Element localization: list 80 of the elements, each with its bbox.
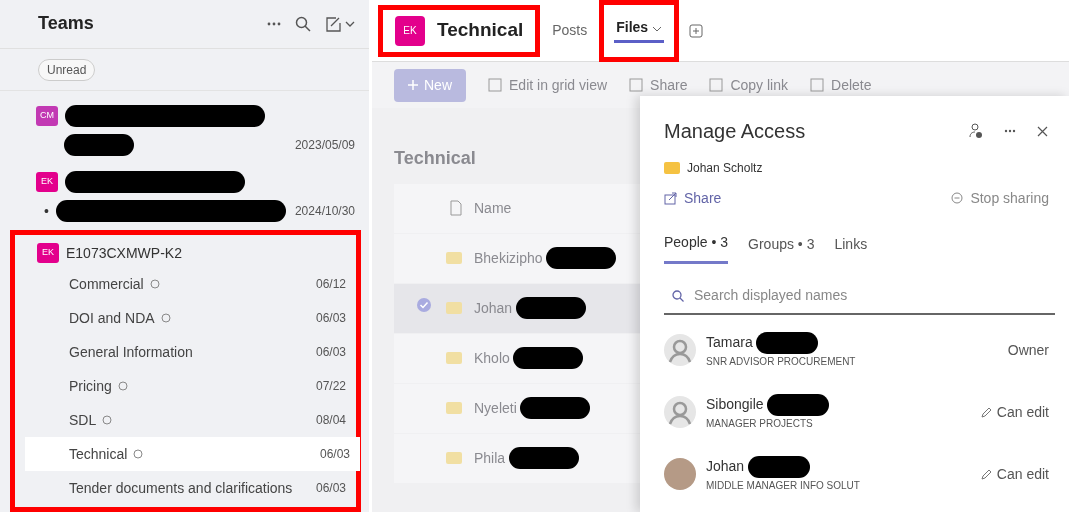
check-circle-icon[interactable]: [416, 297, 432, 314]
tab[interactable]: People • 3: [664, 232, 729, 264]
team-item[interactable]: EK • 2024/10/30: [0, 164, 369, 230]
channel-name: SDL: [69, 410, 97, 430]
person-name: Tamara: [706, 333, 753, 352]
permission-button[interactable]: Can edit: [973, 462, 1055, 486]
channel-name: General Information: [69, 342, 193, 362]
person-name: Johan: [706, 457, 745, 476]
channel-item[interactable]: Technical 06/03: [25, 437, 360, 471]
folder-icon: [446, 302, 462, 315]
add-tab-icon[interactable]: [689, 23, 704, 38]
panel-title: Manage Access: [664, 119, 806, 143]
team-date: 2023/05/09: [294, 137, 355, 154]
channel-date: 06/03: [315, 344, 346, 361]
file-name: Nyeleti: [474, 398, 517, 418]
file-name: Phila: [474, 448, 506, 468]
person-avatar-icon: [664, 396, 696, 428]
channel-date: 06/03: [315, 480, 346, 497]
search-icon[interactable]: [295, 16, 311, 32]
compose-icon[interactable]: [325, 16, 355, 32]
channel-date: 06/03: [319, 446, 350, 463]
folder-icon: [664, 162, 680, 174]
person-role: SNR ADVISOR PROCUREMENT: [706, 354, 856, 369]
minus-circle-icon: [951, 192, 964, 204]
channel-name: Commercial: [69, 274, 144, 294]
sidebar-title: Teams: [38, 13, 95, 35]
channel-item[interactable]: General Information 06/03: [15, 335, 356, 369]
folder-icon: [446, 252, 462, 265]
channel-item[interactable]: Pricing 07/22: [15, 369, 356, 403]
channel-item[interactable]: Commercial 06/12: [15, 267, 356, 301]
channel-date: 08/04: [315, 412, 346, 429]
channel-date: 06/12: [315, 276, 346, 293]
team-date: 2024/10/30: [294, 203, 355, 220]
team-avatar: EK: [36, 172, 58, 192]
permission-button[interactable]: Owner: [1001, 338, 1055, 362]
stop-sharing-button[interactable]: Stop sharing: [945, 186, 1055, 210]
channel-item[interactable]: Tender documents and clarifications 06/03: [15, 471, 356, 505]
folder-icon: [446, 452, 462, 465]
photo-placeholder: [664, 458, 696, 490]
library-title: Technical: [394, 148, 476, 170]
person-role: MANAGER PROJECTS: [706, 416, 814, 431]
channel-name: DOI and NDA: [69, 308, 155, 328]
channel-item[interactable]: SDL 08/04: [15, 403, 356, 437]
team-item[interactable]: CM 2023/05/09: [0, 98, 369, 164]
more-icon[interactable]: [1004, 129, 1016, 133]
search-icon: [672, 289, 684, 302]
channel-name: Pricing: [69, 376, 112, 396]
channel-name: Technical: [69, 444, 128, 464]
share-link[interactable]: Share: [664, 187, 722, 209]
permission-button[interactable]: Can edit: [973, 400, 1055, 424]
file-icon: [450, 200, 462, 217]
folder-icon: [446, 402, 462, 415]
bullet-text: •: [44, 201, 49, 221]
tab[interactable]: Links: [834, 232, 868, 264]
person-name: Sibongile: [706, 395, 764, 414]
channel-date: 06/03: [315, 310, 346, 327]
close-icon[interactable]: [1037, 125, 1048, 137]
tab[interactable]: Files: [614, 16, 665, 43]
tab[interactable]: Groups • 3: [748, 232, 815, 264]
tab[interactable]: Posts: [550, 20, 590, 41]
channel-name: Tender documents and clarifications: [69, 478, 293, 498]
person-role: MIDDLE MANAGER INFO SOLUT: [706, 478, 860, 493]
person-avatar-icon: [664, 334, 696, 366]
team-avatar: EK: [395, 15, 425, 46]
channel-item[interactable]: DOI and NDA 06/03: [15, 301, 356, 335]
share-icon: [664, 191, 677, 205]
file-name: Bhekizipho: [474, 248, 543, 268]
plus-icon: [408, 80, 418, 90]
file-name: Kholo: [474, 348, 510, 368]
filter-chip[interactable]: Unread: [38, 59, 96, 81]
team-avatar: EK: [37, 243, 59, 263]
folder-icon: [446, 352, 462, 365]
person-lock-icon[interactable]: [969, 123, 983, 139]
item-name: Johan Scholtz: [687, 160, 763, 177]
more-icon[interactable]: [267, 22, 281, 26]
file-name: Johan: [474, 298, 513, 318]
team-avatar: CM: [36, 106, 58, 126]
channel-date: 07/22: [315, 378, 346, 395]
channel-title: Technical: [437, 18, 524, 43]
team-name[interactable]: E1073CXMWP-K2: [66, 242, 182, 264]
